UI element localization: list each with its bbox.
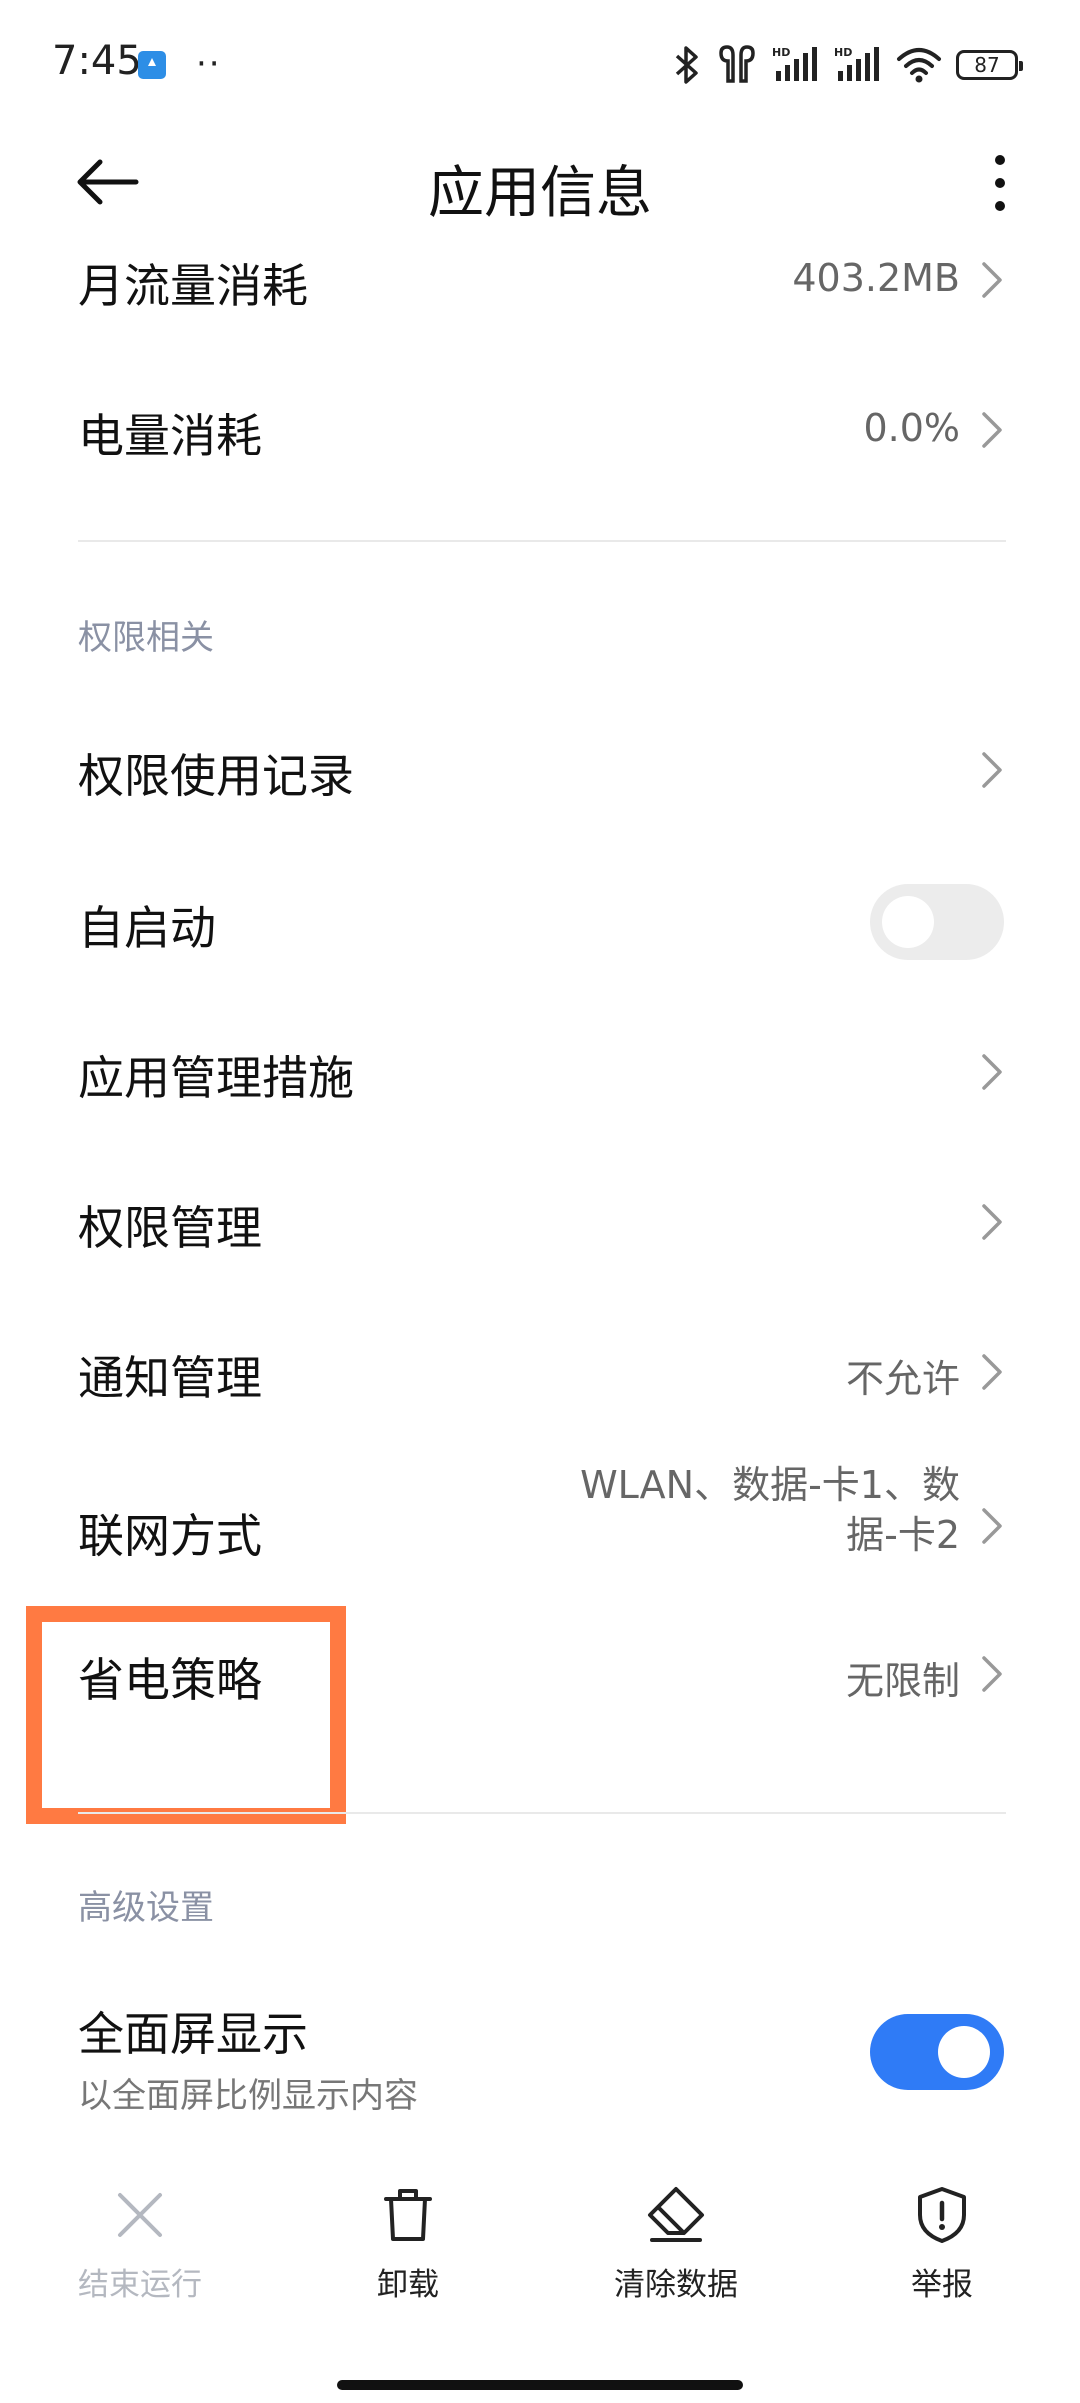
row-permission-manage[interactable]: 权限管理 (0, 1172, 1080, 1272)
row-label: 电量消耗 (78, 409, 262, 463)
earbuds-icon (719, 45, 755, 83)
row-label: 应用管理措施 (78, 1051, 354, 1105)
fullscreen-toggle[interactable] (870, 2014, 1004, 2090)
row-autostart: 自启动 (0, 872, 1080, 972)
row-label: 月流量消耗 (78, 259, 308, 313)
stop-button[interactable]: 结束运行 (30, 2185, 250, 2335)
bottom-action-bar: 结束运行 卸载 清除数据 举报 (0, 2185, 1080, 2345)
signal-hd-icon: HD (834, 46, 879, 81)
close-icon (118, 2193, 162, 2237)
row-label: 权限使用记录 (78, 749, 354, 803)
bottom-label: 卸载 (377, 2267, 439, 2303)
battery-level: 87 (974, 53, 1000, 77)
row-value: WLAN、数据-卡1、数 据-卡2 (580, 1460, 960, 1560)
chevron-right-icon (982, 1656, 1002, 1692)
row-value: 403.2MB (792, 256, 960, 300)
autostart-toggle[interactable] (870, 884, 1004, 960)
eraser-icon (648, 2187, 704, 2242)
highlight-box (26, 1606, 346, 1824)
divider (78, 1812, 1006, 1814)
status-right-icons: HD HD 87 (672, 40, 1023, 90)
toggle-knob (938, 2026, 990, 2078)
row-notification-manage[interactable]: 通知管理 不允许 (0, 1322, 1080, 1422)
row-value: 0.0% (863, 406, 960, 450)
home-indicator[interactable] (337, 2380, 743, 2390)
row-app-management[interactable]: 应用管理措施 (0, 1022, 1080, 1122)
chevron-right-icon (982, 412, 1002, 448)
row-network[interactable]: 联网方式 WLAN、数据-卡1、数 据-卡2 (0, 1460, 1080, 1590)
svg-text:HD: HD (834, 46, 852, 59)
notification-icon (138, 51, 166, 79)
chevron-right-icon (982, 1054, 1002, 1090)
svg-text:HD: HD (772, 46, 790, 59)
divider (78, 540, 1006, 542)
chevron-right-icon (982, 752, 1002, 788)
bottom-label: 结束运行 (78, 2267, 202, 2303)
report-button[interactable]: 举报 (832, 2185, 1052, 2335)
row-label: 自启动 (78, 901, 216, 955)
row-value-line: WLAN、数据-卡1、数 (580, 1463, 960, 1507)
app-info-page: 7:45 ·· HD HD 87 应用信息 月流量消耗 403.2MB 电量消耗… (0, 0, 1080, 2403)
uninstall-button[interactable]: 卸载 (298, 2185, 518, 2335)
status-bar: 7:45 ·· HD HD 87 (0, 0, 1080, 130)
page-title: 应用信息 (428, 161, 652, 226)
clear-data-button[interactable]: 清除数据 (566, 2185, 786, 2335)
section-title-permissions: 权限相关 (78, 618, 214, 658)
row-label: 通知管理 (78, 1351, 262, 1405)
chevron-right-icon (982, 1204, 1002, 1240)
row-monthly-data[interactable]: 月流量消耗 403.2MB (0, 230, 1080, 330)
signal-hd-icon: HD (772, 46, 817, 81)
trash-icon (384, 2189, 432, 2241)
status-time: 7:45 (52, 38, 142, 84)
row-value: 无限制 (845, 1659, 960, 1703)
row-label: 联网方式 (78, 1509, 262, 1563)
row-sublabel: 以全面屏比例显示内容 (78, 2076, 418, 2116)
status-dots: ·· (196, 44, 222, 84)
wifi-icon (897, 48, 941, 83)
section-title-advanced: 高级设置 (78, 1888, 214, 1928)
chevron-right-icon (982, 1354, 1002, 1390)
row-fullscreen: 全面屏显示 以全面屏比例显示内容 (0, 1990, 1080, 2120)
more-vertical-icon[interactable] (972, 152, 1028, 214)
bottom-label: 举报 (911, 2267, 973, 2303)
row-label: 全面屏显示 (78, 2007, 308, 2061)
battery-icon: 87 (956, 50, 1023, 80)
row-label: 权限管理 (78, 1201, 262, 1255)
row-value-line: 据-卡2 (846, 1513, 960, 1557)
shield-alert-icon (918, 2187, 966, 2243)
row-value: 不允许 (845, 1357, 960, 1401)
chevron-right-icon (982, 262, 1002, 298)
header: 应用信息 (0, 130, 1080, 230)
toggle-knob (882, 896, 934, 948)
bluetooth-icon (675, 46, 698, 84)
row-battery-usage[interactable]: 电量消耗 0.0% (0, 380, 1080, 480)
bottom-label: 清除数据 (614, 2267, 738, 2303)
row-permission-log[interactable]: 权限使用记录 (0, 720, 1080, 820)
chevron-right-icon (982, 1508, 1002, 1544)
